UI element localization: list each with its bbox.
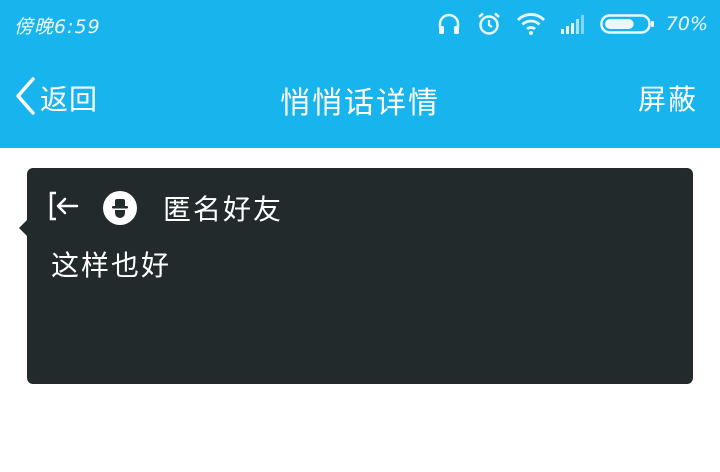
exit-arrow-icon[interactable] [47, 189, 81, 227]
status-icons: 70% [436, 10, 708, 38]
battery-percent: 70% [665, 13, 708, 35]
message-text: 这样也好 [51, 249, 172, 282]
status-bar: 傍晚6:59 70% [0, 0, 720, 48]
alarm-icon [476, 11, 502, 37]
block-button[interactable]: 屏蔽 [638, 78, 698, 118]
wifi-icon [516, 12, 546, 36]
message-card: 匿名好友 这样也好 [19, 168, 693, 384]
signal-icon [560, 13, 586, 35]
anonymous-avatar-icon [103, 191, 137, 225]
headphones-icon [436, 11, 462, 37]
battery-icon [600, 12, 656, 36]
page-title: 悄悄话详情 [280, 86, 440, 121]
status-time: 傍晚6:59 [14, 16, 101, 38]
bubble-tail [19, 220, 27, 236]
sender-name: 匿名好友 [163, 193, 284, 226]
sender-row: 匿名好友 [47, 188, 283, 228]
nav-bar: 返回 悄悄话详情 屏蔽 [0, 48, 720, 148]
